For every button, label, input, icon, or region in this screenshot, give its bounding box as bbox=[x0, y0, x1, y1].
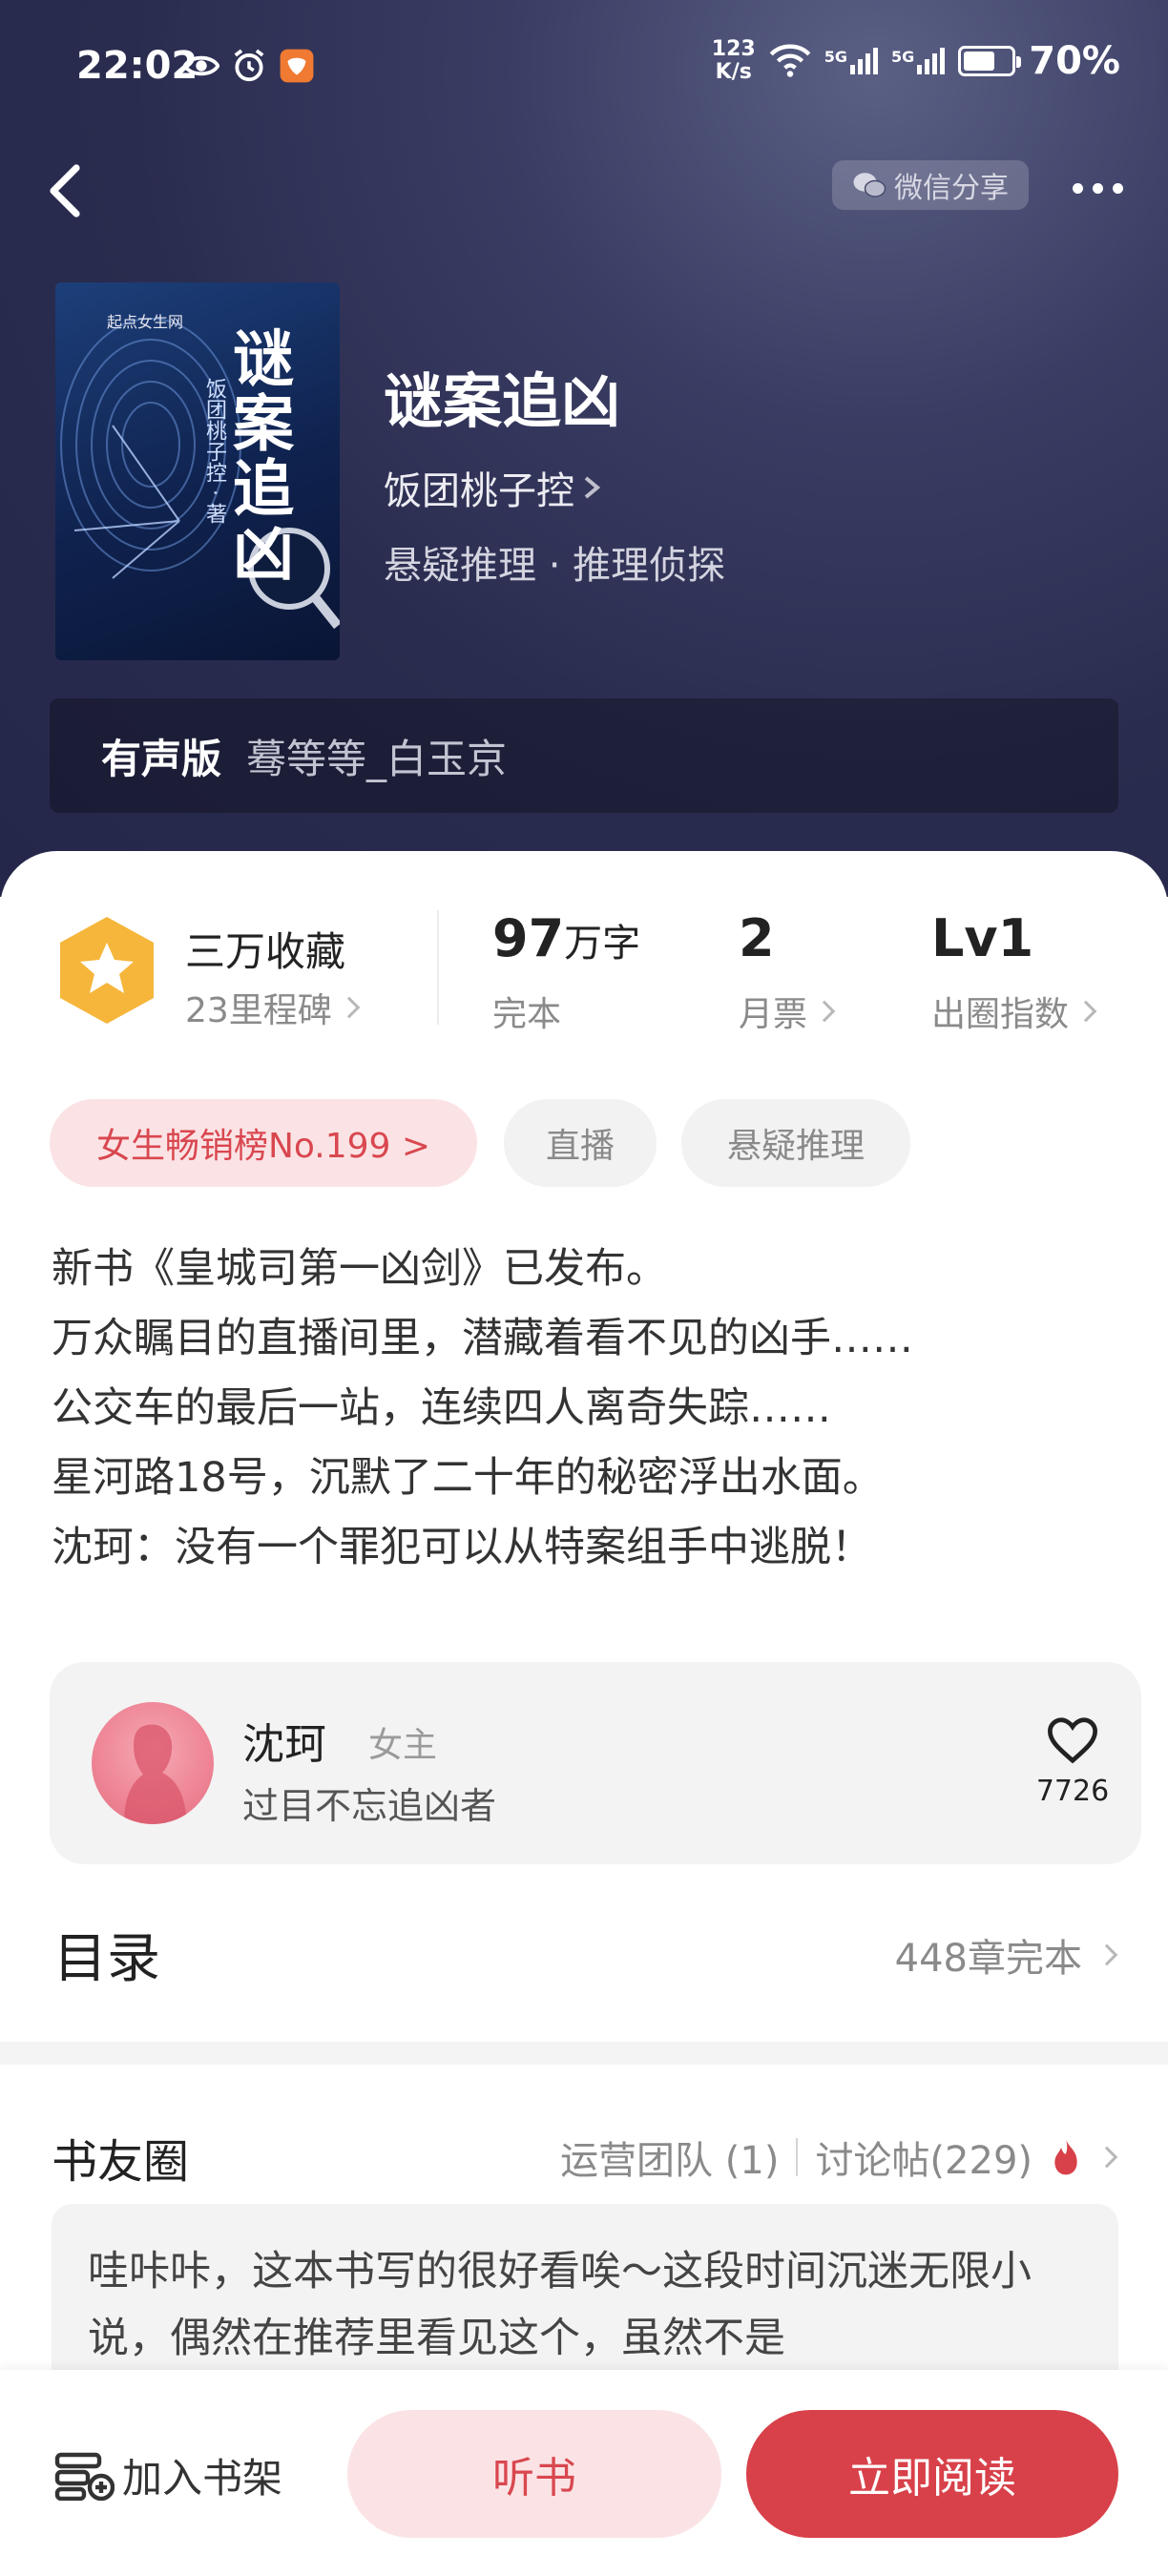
character-description: 过目不忘追凶者 bbox=[242, 1785, 497, 1827]
wechat-share-button[interactable]: 微信分享 bbox=[832, 160, 1029, 210]
book-synopsis[interactable]: 新书《皇城司第一凶剑》已发布。 万众瞩目的直播间里，潜藏着看不见的凶手…… 公交… bbox=[52, 1235, 1120, 1583]
live-tag[interactable]: 直播 bbox=[504, 1099, 657, 1187]
character-name: 沈珂 bbox=[242, 1720, 326, 1769]
book-cover[interactable]: 起点女生网 饭团桃子控 · 著 谜案追凶 bbox=[55, 282, 340, 660]
more-dot-icon bbox=[1072, 182, 1083, 194]
monthly-votes-count: 2 bbox=[739, 908, 775, 968]
more-dot-icon bbox=[1112, 182, 1123, 194]
like-count: 7726 bbox=[1035, 1775, 1110, 1808]
chevron-right-icon bbox=[813, 1000, 836, 1023]
audio-label: 有声版 bbox=[101, 735, 222, 782]
chevron-right-icon bbox=[1095, 2146, 1118, 2169]
toc-status: 448章完本 bbox=[894, 1927, 1118, 1983]
status-right: 123 K/s 5G 5G 70% bbox=[712, 38, 1120, 84]
stats-row: 三万收藏 23里程碑 97万字 完本 2 月票 Lv1 出圈指数 bbox=[0, 851, 1168, 1051]
popularity-index-label: 出圈指数 bbox=[931, 995, 1070, 1034]
network-speed-unit: K/s bbox=[715, 60, 752, 84]
popularity-index-link[interactable]: 出圈指数 bbox=[931, 987, 1097, 1036]
synopsis-line: 新书《皇城司第一凶剑》已发布。 bbox=[52, 1245, 667, 1293]
status-bar: 22:02 123 K/s 5G 5G 70% bbox=[0, 0, 1168, 134]
audio-narrator: 蓦等等_白玉京 bbox=[246, 735, 508, 782]
bottom-action-bar: 加入书架 听书 立即阅读 bbox=[0, 2370, 1168, 2576]
back-arrow-icon bbox=[50, 164, 80, 218]
network-type-2: 5G bbox=[890, 48, 915, 66]
word-count-number: 97 bbox=[492, 908, 565, 968]
word-count-unit: 万字 bbox=[564, 922, 641, 966]
back-button[interactable] bbox=[27, 153, 103, 229]
hero-header: 22:02 123 K/s 5G 5G 70% 微信分享 起点女生网 饭团桃子控… bbox=[0, 0, 1168, 897]
heart-icon bbox=[1047, 1717, 1098, 1764]
meta-separator bbox=[796, 2138, 799, 2176]
badge-label: 三万收藏 bbox=[185, 928, 346, 975]
battery-level: 70% bbox=[1029, 39, 1120, 83]
status-time: 22:02 bbox=[76, 44, 198, 88]
synopsis-line: 万众瞩目的直播间里，潜藏着看不见的凶手…… bbox=[52, 1315, 913, 1362]
collection-badge-icon bbox=[60, 917, 154, 1024]
rank-tag[interactable]: 女生畅销榜No.199 > bbox=[50, 1099, 477, 1187]
discussion-count: 讨论帖(229) bbox=[815, 2139, 1032, 2183]
chevron-right-icon bbox=[584, 476, 601, 499]
wifi-icon bbox=[769, 44, 811, 77]
book-author-link[interactable]: 饭团桃子控 bbox=[384, 460, 601, 515]
book-title: 谜案追凶 bbox=[384, 366, 621, 436]
synopsis-line: 沈珂：没有一个罪犯可以从特案组手中逃脱！ bbox=[52, 1524, 872, 1571]
genre-tag[interactable]: 悬疑推理 bbox=[681, 1099, 910, 1187]
character-like-button[interactable]: 7726 bbox=[1025, 1715, 1120, 1830]
book-genre: 悬疑推理 · 推理侦探 bbox=[384, 544, 726, 588]
word-count: 97万字 bbox=[492, 908, 640, 968]
author-name: 饭团桃子控 bbox=[384, 469, 574, 513]
completion-status: 完本 bbox=[492, 995, 562, 1034]
chapter-count: 448章完本 bbox=[894, 1937, 1082, 1981]
chevron-right-icon bbox=[1095, 1943, 1118, 1966]
cover-brand: 起点女生网 bbox=[107, 313, 184, 331]
add-to-shelf-button[interactable]: 加入书架 bbox=[53, 2446, 282, 2504]
read-now-button[interactable]: 立即阅读 bbox=[746, 2410, 1118, 2538]
eye-icon bbox=[183, 55, 219, 76]
popularity-level: Lv1 bbox=[931, 908, 1034, 968]
shield-app-icon bbox=[280, 49, 314, 83]
character-role: 女主 bbox=[368, 1726, 438, 1765]
chevron-right-icon bbox=[1074, 1000, 1097, 1023]
section-divider bbox=[0, 2042, 1168, 2065]
cover-title: 谜案追凶 bbox=[222, 326, 294, 586]
stat-divider bbox=[437, 910, 439, 1025]
monthly-votes-label: 月票 bbox=[739, 995, 808, 1034]
alarm-icon bbox=[234, 49, 264, 82]
audiobook-version-bar[interactable]: 有声版 蓦等等_白玉京 bbox=[50, 698, 1118, 813]
table-of-contents-row[interactable]: 目录 448章完本 bbox=[0, 1899, 1168, 2004]
add-to-shelf-label: 加入书架 bbox=[122, 2455, 283, 2502]
monthly-votes-link[interactable]: 月票 bbox=[739, 987, 836, 1036]
synopsis-line: 星河路18号，沉默了二十年的秘密浮出水面。 bbox=[52, 1454, 884, 1502]
milestone-text: 23里程碑 bbox=[185, 991, 332, 1030]
synopsis-line: 公交车的最后一站，连续四人离奇失踪…… bbox=[52, 1384, 831, 1432]
signal-2-icon: 5G bbox=[890, 48, 946, 74]
character-avatar bbox=[92, 1702, 214, 1824]
flame-icon bbox=[1054, 2139, 1077, 2175]
silhouette-icon bbox=[124, 1724, 187, 1824]
ops-team-count: 运营团队 (1) bbox=[560, 2139, 780, 2183]
chevron-right-icon bbox=[338, 996, 361, 1019]
signal-1-icon: 5G bbox=[824, 48, 878, 74]
wechat-icon bbox=[853, 173, 886, 197]
milestone-link[interactable]: 23里程碑 bbox=[185, 983, 361, 1032]
network-type-1: 5G bbox=[824, 48, 847, 66]
listen-button[interactable]: 听书 bbox=[347, 2410, 721, 2538]
network-speed: 123 K/s bbox=[712, 38, 756, 84]
more-dot-icon bbox=[1092, 182, 1103, 194]
bookshelf-add-icon bbox=[54, 2452, 115, 2501]
toc-title: 目录 bbox=[53, 1928, 160, 1990]
battery-icon bbox=[958, 46, 1022, 76]
book-club-title: 书友圈 bbox=[52, 2135, 190, 2189]
more-options-button[interactable] bbox=[1059, 164, 1136, 212]
character-card[interactable]: 沈珂 女主 过目不忘追凶者 7726 bbox=[50, 1662, 1141, 1864]
network-speed-value: 123 bbox=[711, 37, 756, 61]
book-club-meta: 运营团队 (1) 讨论帖(229) bbox=[560, 2129, 1118, 2185]
book-club-header[interactable]: 书友圈 运营团队 (1) 讨论帖(229) bbox=[0, 2109, 1168, 2204]
wechat-share-label: 微信分享 bbox=[894, 172, 1009, 205]
